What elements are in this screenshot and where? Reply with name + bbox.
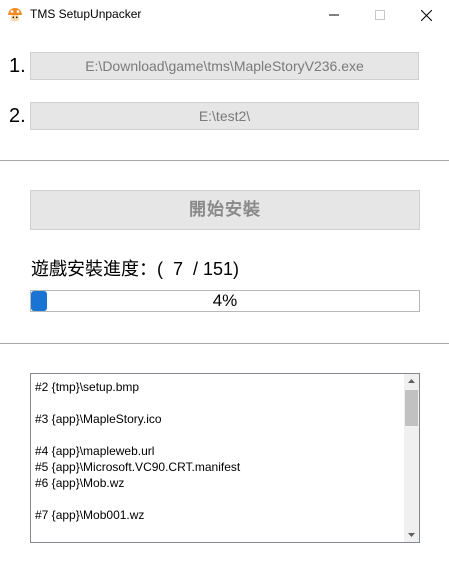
minimize-icon	[329, 14, 339, 16]
close-button[interactable]	[403, 0, 449, 30]
arrow-up-icon	[408, 379, 415, 383]
start-install-button[interactable]: 開始安裝	[30, 190, 420, 230]
scroll-thumb[interactable]	[405, 390, 418, 426]
scroll-up-button[interactable]	[404, 374, 419, 388]
log-line: #2 {tmp}\setup.bmp	[35, 380, 140, 394]
log-line: #6 {app}\Mob.wz	[35, 476, 125, 490]
close-icon	[420, 9, 432, 21]
log-lines: #2 {tmp}\setup.bmp #3 {app}\MapleStory.ic…	[35, 379, 405, 523]
minimize-button[interactable]	[311, 0, 357, 30]
scroll-down-button[interactable]	[404, 528, 419, 542]
progress-bar: 4%	[30, 290, 420, 312]
install-log[interactable]: #2 {tmp}\setup.bmp #3 {app}\MapleStory.ic…	[30, 373, 420, 543]
maximize-button[interactable]	[357, 0, 403, 30]
arrow-down-icon	[408, 533, 415, 537]
step-1-number: 1.	[9, 55, 26, 77]
step-2-number: 2.	[9, 105, 26, 127]
log-line: #3 {app}\MapleStory.ico	[35, 412, 162, 426]
maximize-icon	[375, 10, 385, 20]
log-line: #7 {app}\Mob001.wz	[35, 508, 145, 522]
divider-bottom	[0, 343, 449, 344]
divider-top	[0, 160, 449, 161]
destination-path-button[interactable]: E:\test2\	[30, 102, 419, 130]
log-line: #4 {app}\mapleweb.url	[35, 444, 155, 458]
log-scrollbar[interactable]	[404, 374, 419, 542]
title-bar: TMS SetupUnpacker	[0, 0, 449, 30]
progress-label: 遊戲安裝進度：( 7 / 151)	[31, 259, 240, 279]
source-path-button[interactable]: E:\Download\game\tms\MapleStoryV236.exe	[30, 52, 419, 80]
window-title: TMS SetupUnpacker	[30, 7, 142, 21]
log-line: #5 {app}\Microsoft.VC90.CRT.manifest	[35, 460, 241, 474]
progress-percent: 4%	[212, 291, 238, 310]
app-icon	[7, 7, 23, 23]
